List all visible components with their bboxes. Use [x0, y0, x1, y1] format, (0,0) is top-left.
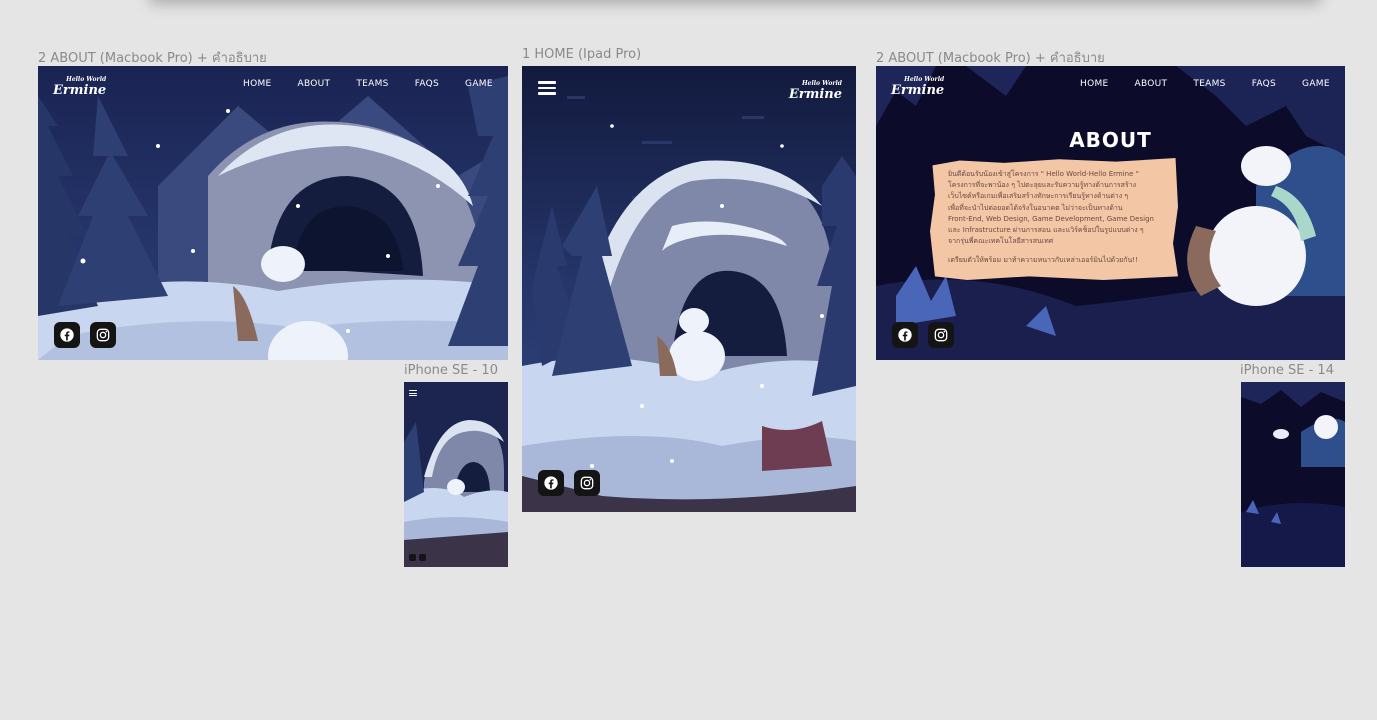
mobile-home-illustration: [404, 382, 508, 567]
instagram-button[interactable]: [574, 470, 600, 496]
facebook-button[interactable]: [54, 322, 80, 348]
cave-scene-illustration: [38, 66, 508, 360]
about-heading: ABOUT: [1069, 128, 1152, 152]
instagram-icon: [933, 327, 949, 343]
frame-label-home-ipad: 1 HOME (Ipad Pro): [522, 47, 642, 62]
about-line: เพื่อที่จะนำไปต่อยอดได้จริงในอนาคต ไม่ว่…: [948, 203, 1123, 212]
logo-title: Ermine: [53, 82, 107, 98]
logo-title: Ermine: [788, 86, 842, 102]
frame-label-about-macbook: 2 ABOUT (Macbook Pro) + คำอธิบาย: [38, 51, 267, 66]
instagram-button[interactable]: [90, 322, 116, 348]
frame-iphone-se-10: [404, 382, 508, 567]
frame-about-macbook-text: Hello World Ermine HOME ABOUT TEAMS FAQS…: [876, 66, 1345, 360]
main-nav: HOME ABOUT TEAMS FAQS GAME: [1080, 79, 1330, 89]
nav-item-faqs[interactable]: FAQS: [1252, 79, 1276, 89]
about-line: เว็บไซต์หรือเกมเพื่อเสริมสร้างทักษะการเร…: [948, 192, 1129, 201]
nav-item-home[interactable]: HOME: [243, 79, 272, 89]
about-line: จากรุ่นพี่คณะเทคโนโลยีสารสนเทศ: [948, 237, 1054, 246]
facebook-icon: [543, 475, 559, 491]
about-line: ยินดีต้อนรับน้องเข้าสู่โครงการ " Hello W…: [948, 170, 1139, 178]
nav-item-home[interactable]: HOME: [1080, 79, 1109, 89]
nav-item-faqs[interactable]: FAQS: [415, 79, 439, 89]
facebook-icon: [59, 327, 75, 343]
mobile-about-illustration: [1241, 382, 1345, 567]
about-closing-line: เตรียมตัวให้พร้อม มาท้าความหนาวกับเหล่าเ…: [948, 256, 1138, 265]
site-logo[interactable]: Hello World Ermine: [891, 77, 945, 98]
frame-home-ipad: Hello World Ermine: [522, 66, 856, 512]
instagram-button[interactable]: [419, 554, 426, 561]
nav-item-game[interactable]: GAME: [1302, 79, 1330, 89]
frame-label-about-macbook-2: 2 ABOUT (Macbook Pro) + คำอธิบาย: [876, 51, 1105, 66]
instagram-button[interactable]: [928, 322, 954, 348]
about-line: และ Infrastructure ผ่านการสอน และแวิร์คช…: [948, 226, 1144, 235]
nav-item-teams[interactable]: TEAMS: [356, 79, 388, 89]
about-line: Front-End, Web Design, Game Development,…: [948, 214, 1154, 223]
home-scene-illustration: [522, 66, 856, 512]
site-logo[interactable]: Hello World Ermine: [788, 81, 842, 102]
facebook-button[interactable]: [538, 470, 564, 496]
nav-item-about[interactable]: ABOUT: [1135, 79, 1168, 89]
facebook-icon: [897, 327, 913, 343]
nav-item-teams[interactable]: TEAMS: [1193, 79, 1225, 89]
about-line: โครงการที่จะพาน้อง ๆ ไปตะลุยและรับความรู…: [948, 181, 1137, 190]
facebook-button[interactable]: [892, 322, 918, 348]
main-nav: HOME ABOUT TEAMS FAQS GAME: [243, 79, 493, 89]
frame-iphone-se-14: [1241, 382, 1345, 567]
site-logo[interactable]: Hello World Ermine: [53, 77, 107, 98]
frame-label-iphone-se-10: iPhone SE - 10: [404, 363, 498, 378]
about-description: ยินดีต้อนรับน้องเข้าสู่โครงการ " Hello W…: [948, 169, 1173, 267]
menu-icon[interactable]: [538, 81, 556, 95]
frame-label-iphone-se-14: iPhone SE - 14: [1240, 363, 1334, 378]
instagram-icon: [579, 475, 595, 491]
facebook-button[interactable]: [409, 554, 416, 561]
menu-icon[interactable]: [409, 390, 417, 396]
frame-about-macbook: Hello World Ermine HOME ABOUT TEAMS FAQS…: [38, 66, 508, 360]
nav-item-about[interactable]: ABOUT: [298, 79, 331, 89]
logo-title: Ermine: [891, 82, 945, 98]
nav-item-game[interactable]: GAME: [465, 79, 493, 89]
instagram-icon: [95, 327, 111, 343]
